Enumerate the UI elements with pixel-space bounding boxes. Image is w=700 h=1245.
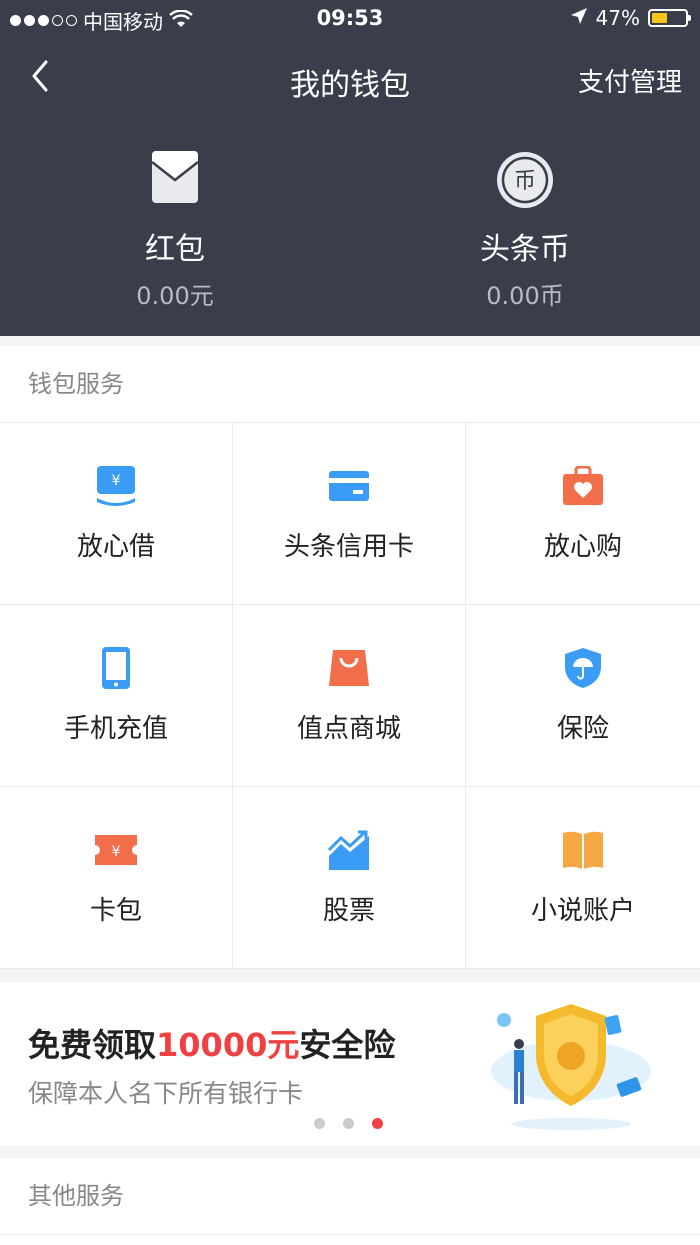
service-label: 手机充值 xyxy=(63,714,168,744)
service-label: 卡包 xyxy=(89,896,142,926)
service-credit-card[interactable]: 头条信用卡 xyxy=(233,423,466,605)
banner-title: 免费领取10000元安全险 xyxy=(28,1026,396,1064)
other-services-section: 其他服务 xyxy=(0,1158,700,1245)
red-packet-balance[interactable]: 红包 0.00元 xyxy=(0,150,350,311)
shopping-bag-heart-icon xyxy=(559,464,607,508)
loan-icon: ¥ xyxy=(92,464,140,508)
phone-icon xyxy=(92,646,140,690)
section-title: 其他服务 xyxy=(0,1158,700,1235)
service-mall[interactable]: 值点商城 xyxy=(233,605,466,787)
shopping-bag-icon xyxy=(325,646,373,690)
wallet-header: 中国移动 09:53 47% 我的钱包 支付管理 红包 0.00元 币 头条币 … xyxy=(0,0,700,336)
wallet-item-value: 0.00币 xyxy=(486,282,564,310)
book-icon xyxy=(559,828,607,872)
service-card-wallet[interactable]: ¥ 卡包 xyxy=(0,787,233,969)
ticket-icon: ¥ xyxy=(92,828,140,872)
stock-chart-icon xyxy=(325,828,373,872)
credit-card-icon xyxy=(325,464,373,508)
status-bar: 中国移动 09:53 47% xyxy=(0,0,700,40)
wallet-services-section: 钱包服务 ¥ 放心借 头条信用卡 放心购 手机充值 值点商城 保险 ¥ 卡包 股… xyxy=(0,346,700,969)
service-loan[interactable]: ¥ 放心借 xyxy=(0,423,233,605)
battery-percent: 47% xyxy=(595,6,640,30)
service-label: 保险 xyxy=(556,714,609,744)
banner-highlight: 10000元 xyxy=(156,1026,300,1064)
red-envelope-icon xyxy=(0,150,350,210)
wallet-item-label: 头条币 xyxy=(480,232,570,267)
promo-banner[interactable]: 免费领取10000元安全险 保障本人名下所有银行卡 xyxy=(0,982,700,1146)
toutiao-coin-balance[interactable]: 币 头条币 0.00币 xyxy=(350,150,700,311)
section-title: 钱包服务 xyxy=(0,346,700,423)
services-grid: ¥ 放心借 头条信用卡 放心购 手机充值 值点商城 保险 ¥ 卡包 股票 小说账… xyxy=(0,423,700,969)
svg-text:¥: ¥ xyxy=(112,844,121,860)
service-label: 值点商城 xyxy=(296,714,401,744)
svg-text:¥: ¥ xyxy=(112,473,121,489)
security-shield-illustration xyxy=(476,996,656,1136)
payment-management-button[interactable]: 支付管理 xyxy=(578,62,682,99)
service-novel-account[interactable]: 小说账户 xyxy=(466,787,700,969)
banner-subtitle: 保障本人名下所有银行卡 xyxy=(28,1079,304,1108)
svg-text:币: 币 xyxy=(514,169,536,194)
banner-pager xyxy=(314,1118,383,1129)
shield-umbrella-icon xyxy=(559,646,607,690)
service-label: 股票 xyxy=(322,896,375,926)
service-phone-recharge[interactable]: 手机充值 xyxy=(0,605,233,787)
wallet-item-label: 红包 xyxy=(145,232,205,267)
service-worry-free-shopping[interactable]: 放心购 xyxy=(466,423,700,605)
pager-dot-active[interactable] xyxy=(372,1118,383,1129)
service-label: 放心购 xyxy=(543,532,622,562)
service-label: 放心借 xyxy=(76,532,155,562)
wallet-item-value: 0.00元 xyxy=(136,282,214,310)
nav-bar: 我的钱包 支付管理 xyxy=(0,50,700,110)
pager-dot[interactable] xyxy=(314,1118,325,1129)
coin-icon: 币 xyxy=(350,150,700,210)
pager-dot[interactable] xyxy=(343,1118,354,1129)
service-stocks[interactable]: 股票 xyxy=(233,787,466,969)
battery-icon xyxy=(648,9,691,27)
service-insurance[interactable]: 保险 xyxy=(466,605,700,787)
location-arrow-icon xyxy=(570,6,588,30)
service-label: 头条信用卡 xyxy=(283,532,414,562)
service-label: 小说账户 xyxy=(530,896,635,926)
